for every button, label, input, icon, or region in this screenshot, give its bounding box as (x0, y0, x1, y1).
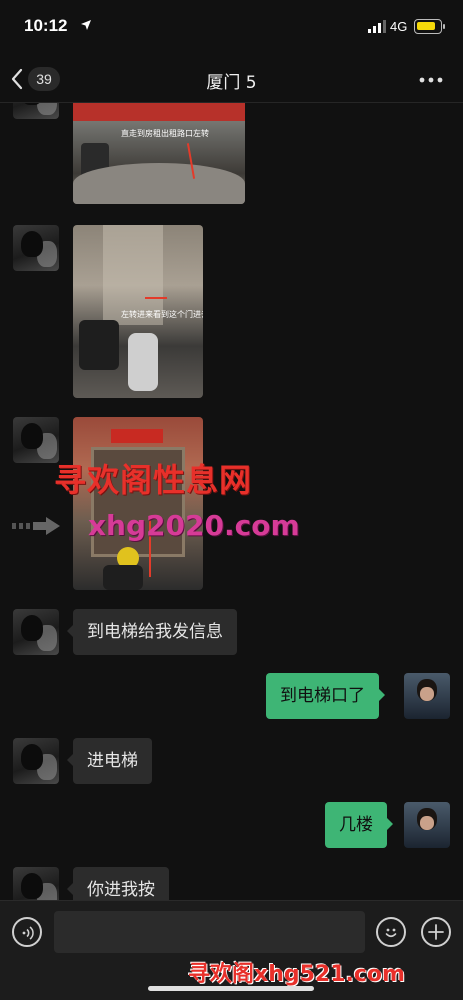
sent-message[interactable]: 到电梯口了 (266, 673, 385, 719)
photo-caption: 左转进来看到这个门进去 (121, 310, 203, 319)
battery-tip (443, 24, 445, 29)
watermark-footer: 寻欢阁xhg521.com (188, 962, 405, 987)
received-message[interactable]: 到电梯给我发信息 (67, 609, 237, 655)
image-message[interactable]: 左转进来看到这个门进去 (73, 225, 203, 398)
status-time: 10:12 (24, 16, 68, 35)
voice-icon (22, 926, 34, 940)
more-icon[interactable] (418, 70, 444, 90)
home-indicator[interactable] (148, 986, 314, 991)
network-type: 4G (390, 19, 408, 34)
battery-fill (417, 22, 435, 30)
photo-caption: 直走到房租出租路口左转 (121, 129, 209, 138)
smiley-icon (385, 928, 397, 938)
sent-message[interactable]: 几楼 (325, 802, 393, 848)
contact-avatar[interactable] (13, 609, 59, 655)
image-message[interactable]: 直走到房租出租路口左转 (73, 103, 245, 204)
image-message[interactable] (73, 417, 203, 590)
watermark-text: 寻欢阁性息网 (54, 461, 253, 499)
photo-arrow (145, 297, 167, 299)
contact-avatar[interactable] (13, 225, 59, 271)
voice-button[interactable] (12, 917, 42, 947)
chat-header: 39 厦门 5 (0, 56, 463, 102)
watermark-url: xhg2020.com (88, 509, 300, 542)
status-bar: 10:12 4G (0, 0, 463, 56)
photo-scooter (79, 320, 119, 370)
location-arrow-icon (81, 20, 91, 30)
chat-title: 厦门 5 (206, 73, 257, 93)
my-avatar[interactable] (404, 802, 450, 848)
watermark-arrows-icon (12, 517, 60, 535)
battery-icon (414, 19, 442, 34)
signal-icon (368, 20, 386, 33)
photo-car-roof (73, 163, 245, 204)
message-input[interactable] (54, 911, 365, 953)
message-list[interactable]: 直走到房租出租路口左转 左转进来看到这个门进去 到电梯给我发信息 到电梯口了 进… (0, 103, 463, 900)
received-message[interactable]: 你进我按 (67, 867, 169, 900)
contact-avatar[interactable] (13, 738, 59, 784)
contact-avatar[interactable] (13, 103, 59, 119)
contact-avatar[interactable] (13, 417, 59, 463)
received-message[interactable]: 进电梯 (67, 738, 152, 784)
photo-scooter (103, 565, 143, 590)
my-avatar[interactable] (404, 673, 450, 719)
emoji-button[interactable] (376, 917, 406, 947)
contact-avatar[interactable] (13, 867, 59, 900)
photo-door-banner (111, 429, 163, 443)
photo-scooter-white (128, 333, 158, 391)
more-actions-button[interactable] (421, 917, 451, 947)
plus-icon (428, 924, 444, 940)
photo-shop-sign (73, 103, 245, 121)
